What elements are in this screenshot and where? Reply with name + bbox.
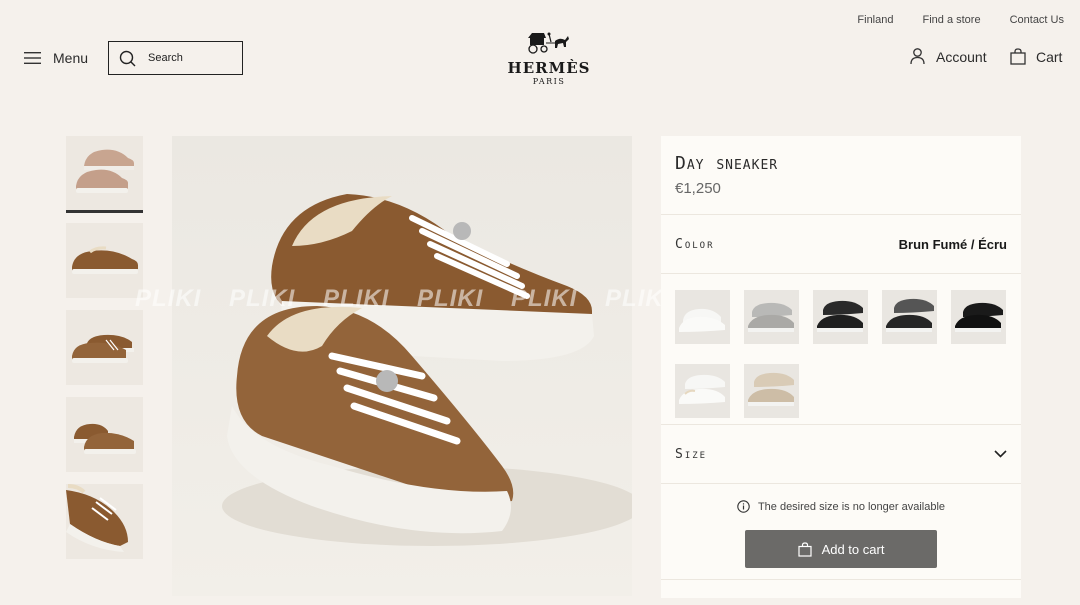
search-input[interactable]: Search [108,41,243,75]
product-header: Day sneaker €1,250 [661,136,1021,215]
swatch-grey-sneaker[interactable] [744,290,799,344]
chevron-down-icon [994,450,1007,458]
menu-button[interactable]: Menu [24,50,88,66]
account-button[interactable]: Account [910,48,987,65]
panel-footer-space [661,580,1021,598]
user-icon [910,48,925,65]
find-store-link[interactable]: Find a store [922,14,980,26]
shopping-bag-icon [1010,48,1026,65]
color-value: Brun Fumé / Écru [898,236,1007,252]
swatch-black-sneaker[interactable] [951,290,1006,344]
color-label: Color [675,236,715,252]
product-price: €1,250 [675,180,721,197]
thumbnail-1[interactable] [66,136,143,213]
thumbnail-5[interactable] [66,484,143,559]
shopping-bag-icon [797,541,812,557]
contact-link[interactable]: Contact Us [1010,14,1064,26]
product-panel: Day sneaker €1,250 Color Brun Fumé / Écr… [661,136,1021,598]
info-icon [737,500,750,513]
thumbnail-list [66,136,143,571]
swatch-black-white-sneaker[interactable] [813,290,868,344]
search-placeholder: Search [148,52,183,64]
logo-wordmark: HERMÈS [507,59,591,77]
search-icon [119,50,136,66]
cart-button[interactable]: Cart [1010,48,1062,65]
swatch-white-sneaker[interactable] [675,290,730,344]
logo-city: PARIS [532,77,566,86]
size-selector[interactable]: Size [661,425,1021,484]
add-to-cart-label: Add to cart [821,541,885,557]
color-swatches [661,274,1021,425]
availability-message: The desired size is no longer available [737,500,945,513]
country-link[interactable]: Finland [857,14,893,26]
size-label: Size [675,446,708,462]
swatch-white-fleece-sneaker[interactable] [675,364,730,418]
availability-block: The desired size is no longer available … [661,484,1021,580]
utility-nav: Finland Find a store Contact Us [857,14,1064,26]
cart-label: Cart [1036,48,1063,65]
add-to-cart-button[interactable]: Add to cart [745,530,937,568]
swatch-beige-sneaker[interactable] [744,364,799,418]
thumbnail-4[interactable] [66,397,143,472]
hamburger-icon [24,52,41,64]
availability-text: The desired size is no longer available [757,500,946,513]
thumbnail-3[interactable] [66,310,143,385]
thumbnail-2[interactable] [66,223,143,298]
product-title: Day sneaker [675,153,779,174]
carriage-logo-icon [528,32,569,54]
color-row: Color Brun Fumé / Écru [661,215,1021,274]
account-label: Account [936,48,987,65]
swatch-black-grey-sneaker[interactable] [882,290,937,344]
menu-label: Menu [53,50,89,66]
main-product-image[interactable] [172,136,632,596]
brand-logo[interactable]: HERMÈS PARIS [504,32,594,86]
